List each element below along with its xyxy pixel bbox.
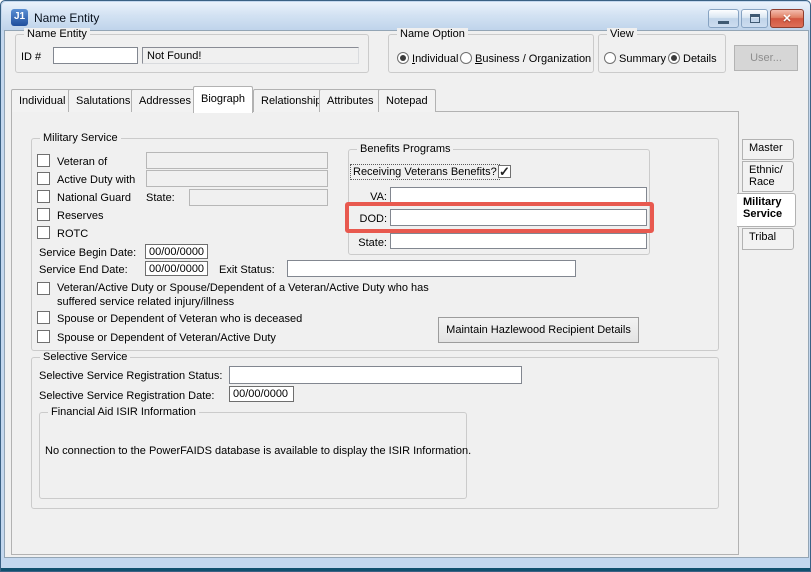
deceased-checkbox[interactable] [37,311,50,324]
close-button[interactable]: ✕ [770,9,804,28]
rotc-label: ROTC [57,228,89,240]
restore-icon [749,14,760,23]
summary-radio[interactable] [604,52,616,64]
name-option-group-label: Name Option [397,28,468,40]
name-entity-group-label: Name Entity [24,28,90,40]
active-duty-checkbox[interactable] [37,172,50,185]
va-label: VA: [370,191,387,203]
isir-message: No connection to the PowerFAIDS database… [45,445,472,457]
national-guard-checkbox[interactable] [37,190,50,203]
status-not-found: Not Found! [142,47,359,64]
service-begin-label: Service Begin Date: [39,247,137,259]
ethnic-line1: Ethnic/ [749,164,783,176]
business-rest: usiness / Organization [482,53,592,65]
reserves-label: Reserves [57,210,104,222]
dod-label: DOD: [359,213,388,225]
window-bottom-edge [1,568,810,571]
tab-notepad[interactable]: Notepad [378,89,436,112]
details-radio-label: Details [683,53,717,65]
veteran-of-checkbox[interactable] [37,154,50,167]
individual-radio[interactable] [397,52,409,64]
benefits-state-input[interactable] [390,233,647,249]
benefits-state-label: State: [358,237,387,249]
military-line2: Service [743,208,783,220]
active-duty-input[interactable] [146,170,328,187]
close-icon: ✕ [782,13,792,25]
service-begin-input[interactable] [145,244,208,259]
view-group-label: View [607,28,637,40]
reserves-checkbox[interactable] [37,208,50,221]
receiving-benefits-label: Receiving Veterans Benefits? [350,164,500,180]
side-tab-ethnic-race[interactable]: Ethnic/Race [742,161,794,192]
registration-date-input[interactable] [229,386,294,402]
military-line1: Military [743,196,782,208]
side-tab-tribal[interactable]: Tribal [742,228,794,250]
receiving-benefits-checkbox[interactable] [498,164,511,180]
tab-biograph[interactable]: Biograph [193,86,254,113]
id-label: ID # [21,51,42,63]
veteran-of-input[interactable] [146,152,328,169]
registration-date-label: Selective Service Registration Date: [39,390,215,402]
window: J1 Name Entity ✕ Name Entity ID # Not Fo… [0,0,811,572]
summary-radio-label: Summary [619,53,667,65]
exit-status-label: Exit Status: [219,264,275,276]
benefits-programs-group-label: Benefits Programs [357,143,454,155]
side-tab-master[interactable]: Master [742,139,794,160]
national-guard-label: National Guard [57,192,131,204]
id-input[interactable] [53,47,138,64]
app-icon: J1 [11,9,28,26]
injury-checkbox[interactable] [37,282,50,295]
minimize-button[interactable] [708,9,739,28]
rotc-checkbox[interactable] [37,226,50,239]
window-title: Name Entity [34,11,100,25]
minimize-icon [718,20,729,24]
tab-salutations[interactable]: Salutations [68,89,139,112]
business-radio-label: Business / Organization [475,53,591,65]
exit-status-input[interactable] [287,260,576,277]
individual-rest: ndividual [415,53,459,65]
side-tab-military-service[interactable]: Military Service [737,193,796,227]
injury-label: Veteran/Active Duty or Spouse/Dependent … [57,282,429,308]
spouse-dependent-label: Spouse or Dependent of Veteran/Active Du… [57,332,276,344]
active-duty-label: Active Duty with [57,174,136,186]
registration-status-input[interactable] [229,366,522,384]
tab-attributes[interactable]: Attributes [319,89,382,112]
selective-service-group-label: Selective Service [40,351,131,363]
va-input[interactable] [390,187,647,203]
individual-radio-label: Individual [412,53,458,65]
business-radio[interactable] [460,52,472,64]
service-end-label: Service End Date: [39,264,128,276]
maintain-hazlewood-button[interactable]: Maintain Hazlewood Recipient Details [438,317,639,343]
guard-state-input[interactable] [189,189,328,206]
registration-status-label: Selective Service Registration Status: [39,370,223,382]
dod-input[interactable] [390,209,647,226]
spouse-dependent-checkbox[interactable] [37,330,50,343]
guard-state-label: State: [146,192,175,204]
service-end-input[interactable] [145,261,208,276]
details-radio[interactable] [668,52,680,64]
veteran-of-label: Veteran of [57,156,108,168]
tab-addresses[interactable]: Addresses [131,89,199,112]
ethnic-line2: Race [749,176,775,188]
titlebar[interactable]: J1 Name Entity ✕ [2,2,810,31]
military-service-group-label: Military Service [40,132,121,144]
isir-group-label: Financial Aid ISIR Information [48,406,199,418]
restore-button[interactable] [741,9,768,28]
tab-individual[interactable]: Individual [11,89,74,112]
user-button[interactable]: User... [734,45,798,71]
deceased-label: Spouse or Dependent of Veteran who is de… [57,313,303,325]
